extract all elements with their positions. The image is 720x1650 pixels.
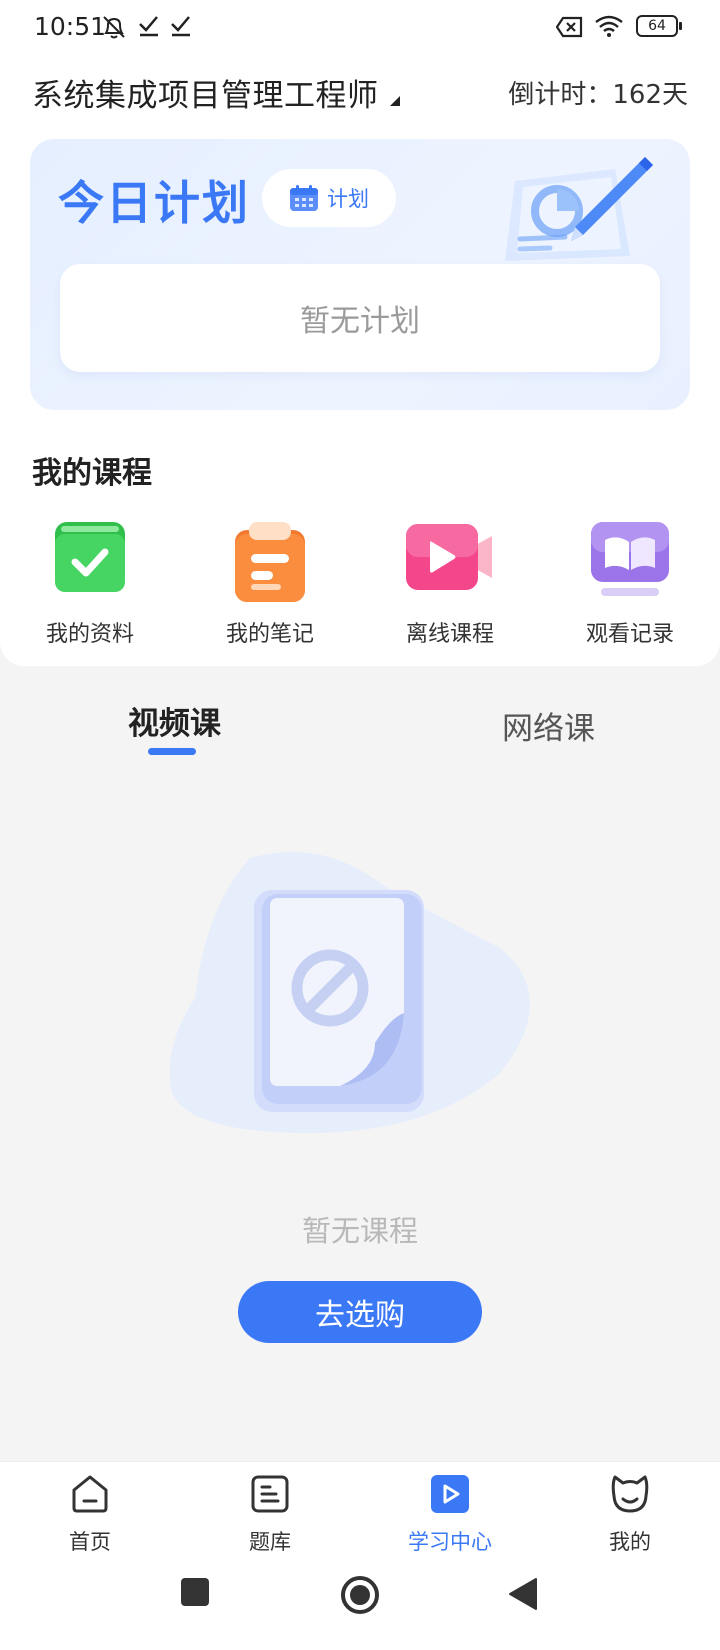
course-item-offline[interactable]: 离线课程 <box>360 520 540 650</box>
course-item-label: 观看记录 <box>585 622 674 647</box>
course-item-history[interactable]: 观看记录 <box>540 520 720 650</box>
nav-item-label: 学习中心 <box>408 1530 492 1554</box>
dropdown-caret-icon[interactable] <box>390 96 400 106</box>
exam-countdown: 倒计时：162天 <box>508 80 688 110</box>
status-time: 10:51 <box>34 12 107 41</box>
check-icon <box>171 16 190 37</box>
back-icon[interactable] <box>508 1577 538 1611</box>
tab-indicator <box>148 748 196 755</box>
battery-indicator: 64 <box>636 15 682 37</box>
recent-apps-icon[interactable] <box>180 1577 210 1607</box>
plan-empty-message: 暂无计划 <box>60 264 660 372</box>
nav-item-home[interactable]: 首页 <box>0 1462 180 1560</box>
home-icon <box>72 1475 108 1513</box>
empty-document-icon <box>170 851 530 1133</box>
watch-history-icon <box>591 522 669 596</box>
materials-icon <box>55 522 125 592</box>
question-bank-icon <box>251 1475 289 1513</box>
study-center-icon <box>431 1475 469 1513</box>
plan-button[interactable]: 计划 <box>262 169 396 227</box>
nav-item-label: 首页 <box>69 1530 111 1554</box>
plan-button-label: 计划 <box>327 187 369 211</box>
nav-item-label: 我的 <box>609 1530 651 1554</box>
nav-item-question-bank[interactable]: 题库 <box>180 1462 360 1560</box>
empty-courses-text: 暂无课程 <box>301 1214 418 1248</box>
calendar-icon <box>290 185 318 211</box>
go-shopping-button[interactable]: 去选购 <box>238 1281 482 1343</box>
tab-online-course[interactable]: 网络课 <box>502 703 595 748</box>
course-item-label: 离线课程 <box>405 622 494 647</box>
today-plan-title: 今日计划 <box>58 176 250 230</box>
today-plan-card: 今日计划 计划 暂无计划 <box>30 139 690 410</box>
check-icon <box>139 16 158 37</box>
tab-video-course[interactable]: 视频课 <box>128 698 221 743</box>
course-item-materials[interactable]: 我的资料 <box>0 520 180 650</box>
my-courses-title: 我的课程 <box>32 456 152 491</box>
no-sim-icon <box>556 16 583 38</box>
notes-icon <box>235 522 305 602</box>
profile-icon <box>611 1475 649 1513</box>
offline-video-icon <box>406 524 492 590</box>
system-navigation-bar <box>0 1559 720 1650</box>
mute-bell-icon <box>103 16 125 39</box>
nav-item-label: 题库 <box>249 1530 291 1554</box>
course-item-label: 我的资料 <box>45 622 134 647</box>
nav-item-profile[interactable]: 我的 <box>540 1462 720 1560</box>
bottom-navigation: 首页 题库 学习中心 我的 <box>0 1461 720 1559</box>
course-item-label: 我的笔记 <box>225 622 314 647</box>
plan-illustration-icon <box>505 157 653 261</box>
course-item-notes[interactable]: 我的笔记 <box>180 520 360 650</box>
home-button-icon[interactable] <box>340 1575 380 1615</box>
top-panel: 10:51 64 系统集成项目管理工程师 倒计时：162天 今日计划 计划 暂无… <box>0 0 720 666</box>
status-bar: 10:51 64 <box>0 0 720 54</box>
nav-item-study-center[interactable]: 学习中心 <box>360 1462 540 1560</box>
exam-selector[interactable]: 系统集成项目管理工程师 <box>32 70 379 115</box>
wifi-icon <box>595 15 623 37</box>
